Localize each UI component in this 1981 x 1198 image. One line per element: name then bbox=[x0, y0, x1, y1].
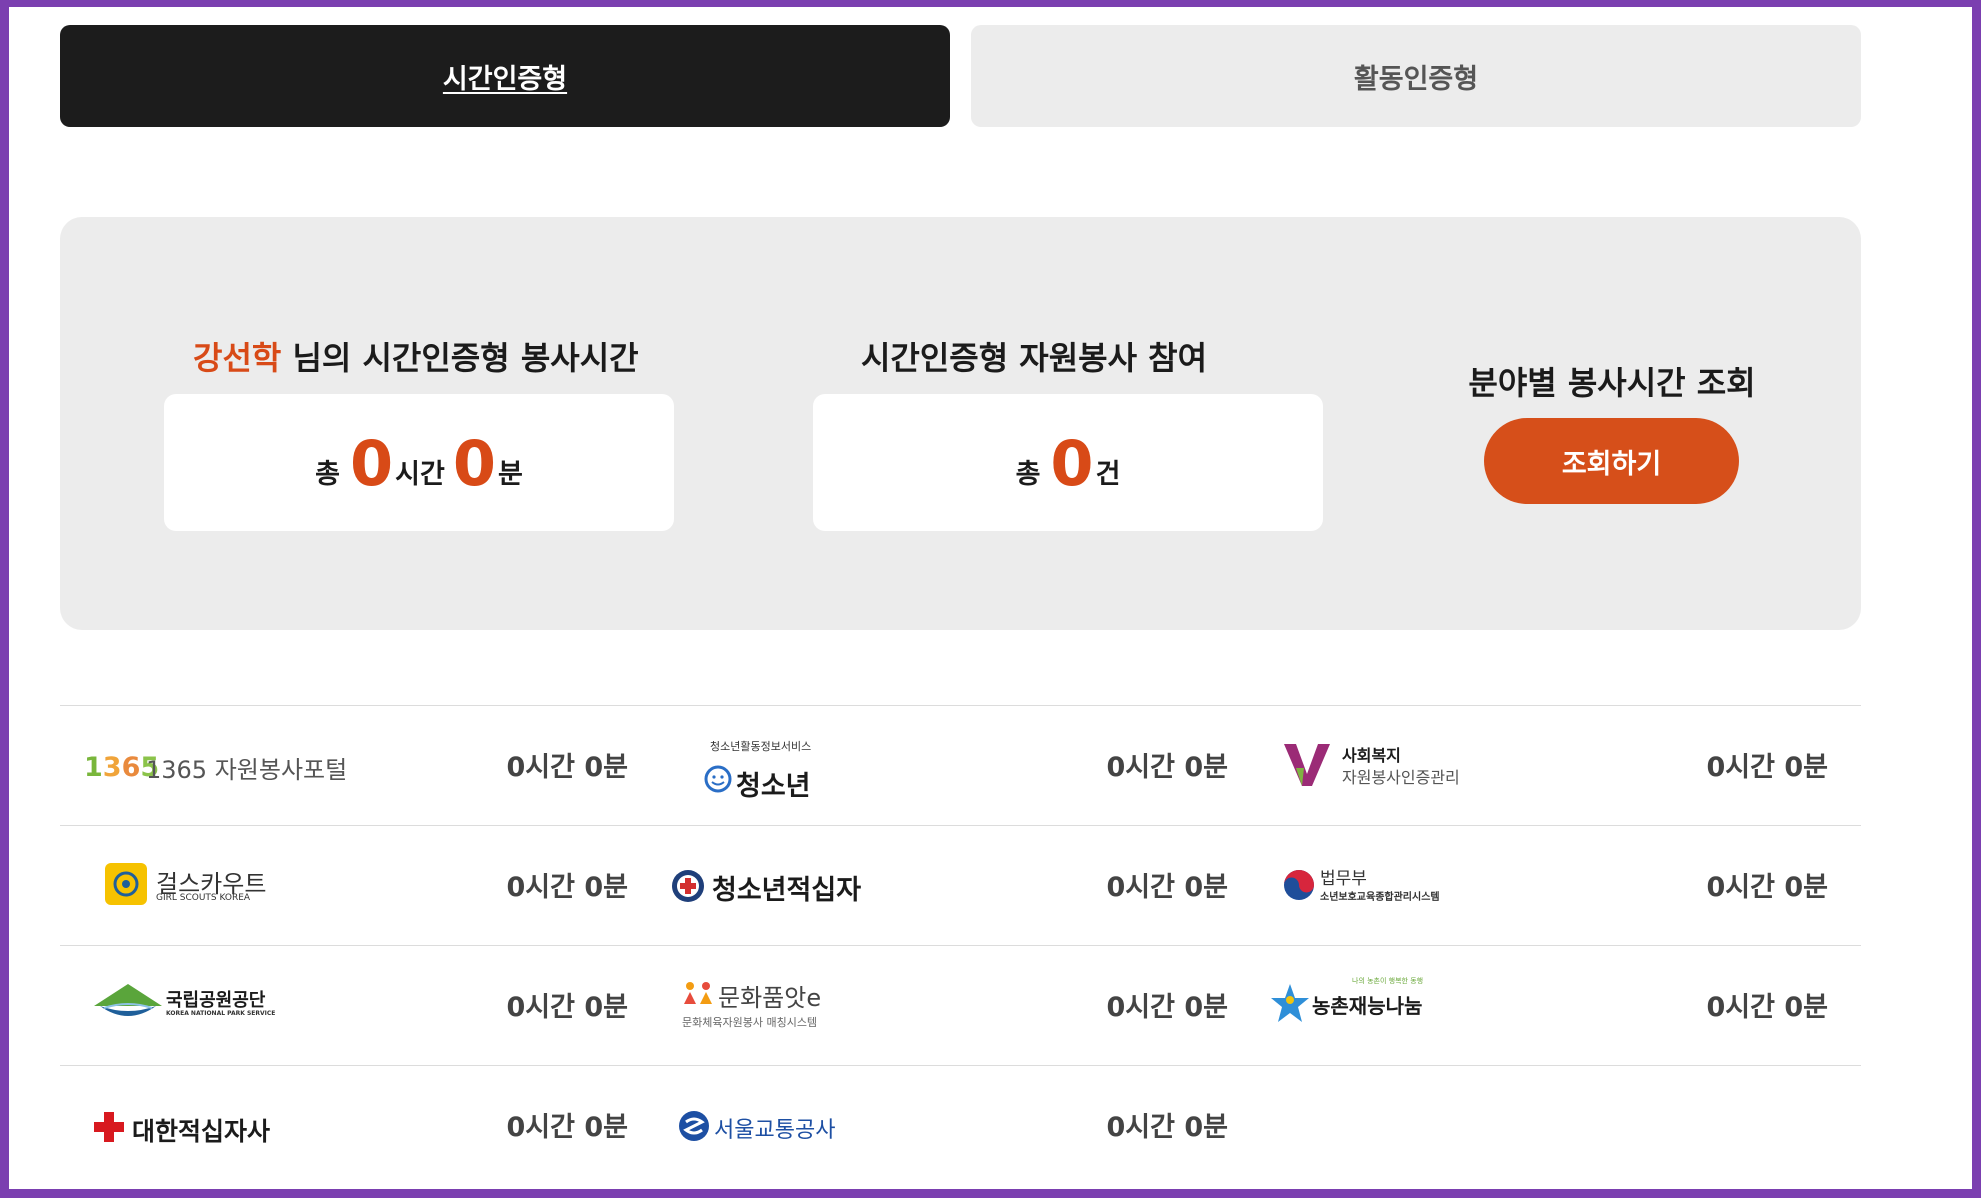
tab-activity-certified[interactable]: 활동인증형 bbox=[971, 25, 1861, 127]
logo-label: 법무부 bbox=[1320, 869, 1367, 889]
logo-caption: 문화체육자원봉사 매칭시스템 bbox=[682, 1016, 818, 1029]
user-name: 강선학 bbox=[193, 339, 282, 377]
logo-label: 국립공원공단 bbox=[166, 990, 266, 1011]
seoul-metro-logo-icon: 서울교통공사 bbox=[678, 1090, 938, 1162]
institution-cell: 나의 농촌이 행복한 동행 농촌재능나눔 0시간 0분 bbox=[1260, 946, 1860, 1066]
table-row: 걸스카우트 GIRL SCOUTS KOREA 0시간 0분 청소년적십자 0시… bbox=[60, 825, 1861, 945]
institution-cell: 청소년활동정보서비스 청소년 0시간 0분 bbox=[660, 706, 1260, 826]
participation-title: 시간인증형 자원봉사 참여 bbox=[860, 339, 1208, 377]
count-value: 0 bbox=[1050, 427, 1094, 500]
hours-unit: 시간 bbox=[395, 459, 445, 490]
hours-value: 0시간 0분 bbox=[506, 752, 629, 783]
logo-caption: KOREA NATIONAL PARK SERVICE bbox=[166, 1010, 276, 1017]
red-cross-logo-icon: 대한적십자사 bbox=[94, 1090, 354, 1162]
logo-caption: 청소년활동정보서비스 bbox=[710, 740, 812, 753]
hours-value: 0시간 0분 bbox=[1106, 752, 1229, 783]
institution-cell: 걸스카우트 GIRL SCOUTS KOREA 0시간 0분 bbox=[60, 826, 660, 946]
hours-value: 0시간 0분 bbox=[1106, 992, 1229, 1023]
logo-label: 대한적십자사 bbox=[132, 1117, 271, 1146]
star-people-logo-icon: 나의 농촌이 행복한 동행 농촌재능나눔 bbox=[1270, 970, 1530, 1042]
count-prefix: 총 bbox=[1015, 459, 1041, 490]
institution-cell: 1365 1365 자원봉사포털 0시간 0분 bbox=[60, 706, 660, 826]
institution-cell: 대한적십자사 0시간 0분 bbox=[60, 1066, 660, 1186]
taegeuk-logo-icon: 법무부 소년보호교육종합관리시스템 bbox=[1282, 850, 1542, 922]
institution-cell: 국립공원공단 KOREA NATIONAL PARK SERVICE 0시간 0… bbox=[60, 946, 660, 1066]
field-title: 분야별 봉사시간 조회 bbox=[1468, 364, 1756, 402]
hours-value: 0시간 0분 bbox=[1706, 752, 1829, 783]
institution-cell: 법무부 소년보호교육종합관리시스템 0시간 0분 bbox=[1260, 826, 1860, 946]
hours-value: 0시간 0분 bbox=[1106, 872, 1229, 903]
hours-value: 0시간 0분 bbox=[1706, 872, 1829, 903]
institution-cell: 문화품앗e 문화체육자원봉사 매칭시스템 0시간 0분 bbox=[660, 946, 1260, 1066]
table-row: 국립공원공단 KOREA NATIONAL PARK SERVICE 0시간 0… bbox=[60, 945, 1861, 1065]
logo-label: 청소년적십자 bbox=[712, 875, 862, 906]
institution-cell: 서울교통공사 0시간 0분 bbox=[660, 1066, 1260, 1186]
logo-label: 서울교통공사 bbox=[714, 1118, 836, 1143]
hours-card: 총 0 시간 0 분 bbox=[164, 394, 674, 531]
tab-bar: 시간인증형 활동인증형 bbox=[60, 25, 1861, 127]
hours-value: 0 bbox=[350, 427, 394, 500]
table-row: 1365 1365 자원봉사포털 0시간 0분 청소년활동정보서비스 청소년 0… bbox=[60, 705, 1861, 825]
institution-cell: 사회복지 자원봉사인증관리 0시간 0분 bbox=[1260, 706, 1860, 826]
tab-time-certified-label: 시간인증형 bbox=[442, 63, 568, 95]
tab-time-certified[interactable]: 시간인증형 bbox=[60, 25, 950, 127]
table-row: 대한적십자사 0시간 0분 서울교통공사 0시간 0분 bbox=[60, 1065, 1861, 1185]
mountain-logo-icon: 국립공원공단 KOREA NATIONAL PARK SERVICE bbox=[94, 970, 354, 1042]
minutes-unit: 분 bbox=[497, 459, 523, 490]
girl-scouts-logo-icon: 걸스카우트 GIRL SCOUTS KOREA bbox=[104, 850, 364, 922]
logo-label: 청소년 bbox=[736, 771, 811, 802]
hours-title-suffix: 님의 시간인증형 봉사시간 bbox=[281, 339, 639, 377]
minutes-value: 0 bbox=[452, 427, 496, 500]
hours-value: 0시간 0분 bbox=[506, 872, 629, 903]
lookup-button[interactable]: 조회하기 bbox=[1484, 418, 1739, 504]
1365-logo-icon: 1365 1365 자원봉사포털 bbox=[82, 730, 347, 802]
institution-grid: 1365 1365 자원봉사포털 0시간 0분 청소년활동정보서비스 청소년 0… bbox=[60, 705, 1861, 1185]
v-logo-icon: 사회복지 자원봉사인증관리 bbox=[1282, 730, 1542, 802]
logo-label: 농촌재능나눔 bbox=[1312, 994, 1423, 1018]
hours-prefix: 총 bbox=[315, 459, 341, 490]
logo-label: 1365 자원봉사포털 bbox=[146, 756, 348, 784]
hours-value: 0시간 0분 bbox=[1106, 1112, 1229, 1143]
logo-caption: 소년보호교육종합관리시스템 bbox=[1320, 892, 1440, 903]
hours-value: 0시간 0분 bbox=[506, 1112, 629, 1143]
logo-label: 문화품앗e bbox=[718, 984, 822, 1012]
tab-activity-certified-label: 활동인증형 bbox=[1353, 63, 1479, 95]
institution-cell: 청소년적십자 0시간 0분 bbox=[660, 826, 1260, 946]
people-logo-icon: 문화품앗e 문화체육자원봉사 매칭시스템 bbox=[682, 970, 942, 1042]
red-cross-circle-logo-icon: 청소년적십자 bbox=[670, 850, 930, 922]
hours-value: 0시간 0분 bbox=[506, 992, 629, 1023]
hours-title: 강선학 님의 시간인증형 봉사시간 bbox=[193, 333, 639, 379]
count-unit: 건 bbox=[1095, 459, 1121, 490]
logo-label: 사회복지 bbox=[1342, 746, 1401, 765]
participation-card: 총 0 건 bbox=[813, 394, 1323, 531]
hours-value: 0시간 0분 bbox=[1706, 992, 1829, 1023]
youth-smile-logo-icon: 청소년활동정보서비스 청소년 bbox=[700, 730, 960, 802]
logo-caption: 자원봉사인증관리 bbox=[1342, 768, 1460, 787]
page-frame: 시간인증형 활동인증형 강선학 님의 시간인증형 봉사시간 총 0 시간 0 분… bbox=[9, 7, 1972, 1189]
summary-panel: 강선학 님의 시간인증형 봉사시간 총 0 시간 0 분 시간인증형 자원봉사 … bbox=[60, 217, 1861, 630]
logo-caption: 나의 농촌이 행복한 동행 bbox=[1352, 977, 1424, 985]
logo-caption: GIRL SCOUTS KOREA bbox=[156, 893, 251, 903]
